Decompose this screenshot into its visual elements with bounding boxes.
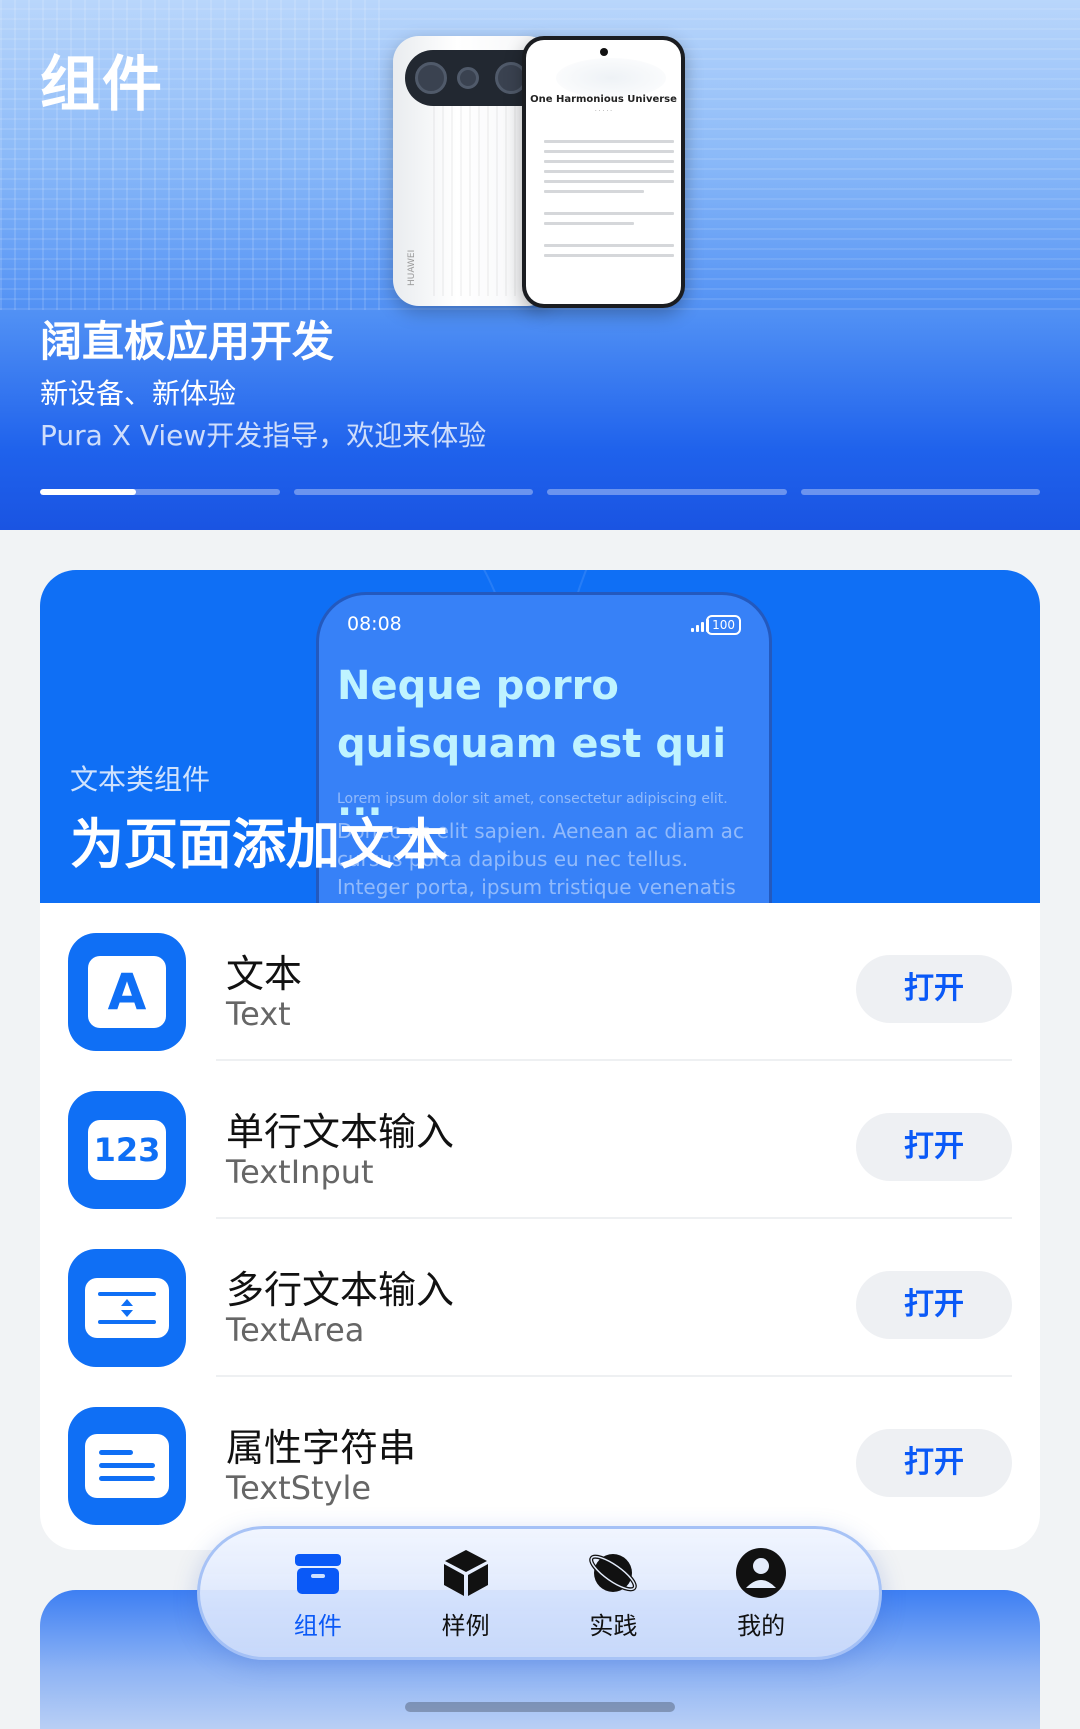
item-name: 多行文本输入: [226, 1268, 455, 1312]
item-subtitle: Text: [226, 995, 291, 1033]
tab-samples[interactable]: 样例: [406, 1546, 526, 1641]
text-lines-glyph: [85, 1434, 169, 1498]
person-icon: [734, 1546, 788, 1600]
list-item-textinput[interactable]: 123 单行文本输入 TextInput 打开: [40, 1061, 1040, 1219]
text-components-card: 08:08 100 Neque porro quisquam est qui .…: [40, 570, 1040, 1550]
list-item-textstyle[interactable]: 属性字符串 TextStyle 打开: [40, 1377, 1040, 1535]
device-screen: One Harmonious Universe · · · · ·: [526, 40, 681, 304]
screen-text-line: [544, 254, 674, 257]
textarea-glyph: [85, 1278, 169, 1338]
page-title: 组件: [40, 50, 164, 120]
planet-icon: [586, 1546, 640, 1600]
tab-label: 组件: [293, 1611, 342, 1640]
carousel-dot-3[interactable]: [547, 489, 787, 495]
tab-components[interactable]: 组件: [258, 1546, 378, 1641]
letter-a-icon: A: [68, 933, 186, 1051]
cube-icon: [439, 1546, 493, 1600]
tab-practice[interactable]: 实践: [553, 1546, 673, 1641]
number-input-icon: 123: [68, 1091, 186, 1209]
tab-label: 实践: [589, 1611, 638, 1640]
item-subtitle: TextArea: [226, 1311, 365, 1349]
screen-text-line: [544, 140, 674, 143]
item-name: 属性字符串: [226, 1426, 417, 1470]
open-button[interactable]: 打开: [856, 1429, 1012, 1497]
text-lines-icon: [68, 1407, 186, 1525]
category-caption: 文本类组件: [70, 763, 211, 796]
bottom-tab-bar: 组件 样例 实践 我的: [197, 1526, 882, 1660]
hero-banner[interactable]: 组件 HUAWEI One Harmonious Universe · · · …: [0, 0, 1080, 530]
home-indicator[interactable]: [405, 1702, 675, 1712]
device-screen-subtitle: · · · · ·: [594, 108, 613, 115]
screen-text-line: [544, 190, 644, 193]
category-heading: 为页面添加文本: [70, 813, 448, 876]
carousel-progress: [40, 489, 136, 495]
letter-a-glyph: A: [88, 956, 166, 1028]
screen-text-line: [544, 212, 674, 215]
item-subtitle: TextStyle: [226, 1469, 372, 1507]
tab-label: 我的: [737, 1611, 786, 1640]
component-list: A 文本 Text 打开 123 单行文本输入 TextInput 打开 多行文…: [40, 903, 1040, 1535]
device-front-illustration: One Harmonious Universe · · · · ·: [522, 36, 685, 308]
textarea-icon: [68, 1249, 186, 1367]
category-banner[interactable]: 08:08 100 Neque porro quisquam est qui .…: [40, 570, 1040, 903]
front-camera-icon: [600, 48, 608, 56]
open-button[interactable]: 打开: [856, 1113, 1012, 1181]
screen-text-line: [544, 170, 674, 173]
screen-text-line: [544, 180, 674, 183]
carousel-indicator[interactable]: [40, 489, 1040, 495]
carousel-dot-2[interactable]: [293, 489, 533, 495]
screen-text-line: [544, 222, 634, 225]
device-screen-title: One Harmonious Universe: [530, 94, 677, 105]
item-name: 单行文本输入: [226, 1110, 455, 1154]
tab-label: 样例: [441, 1611, 490, 1640]
list-item-text[interactable]: A 文本 Text 打开: [40, 903, 1040, 1061]
camera-lens-icon: [457, 67, 479, 89]
number-input-glyph: 123: [88, 1120, 166, 1180]
tab-mine[interactable]: 我的: [701, 1546, 821, 1641]
list-item-textarea[interactable]: 多行文本输入 TextArea 打开: [40, 1219, 1040, 1377]
screen-text-line: [544, 244, 674, 247]
carousel-dot-4[interactable]: [800, 489, 1040, 495]
hero-subtitle: 新设备、新体验: [40, 377, 237, 410]
screen-text-line: [544, 150, 674, 153]
carousel-dot-1[interactable]: [40, 489, 280, 495]
open-button[interactable]: 打开: [856, 1271, 1012, 1339]
hero-description: Pura X View开发指导，欢迎来体验: [40, 419, 487, 452]
device-brand: HUAWEI: [407, 249, 417, 286]
screen-text-line: [544, 160, 674, 163]
battery-icon: 100: [706, 615, 741, 635]
camera-lens-icon: [415, 62, 447, 94]
box-icon: [291, 1546, 345, 1600]
open-button[interactable]: 打开: [856, 955, 1012, 1023]
item-name: 文本: [226, 952, 303, 996]
item-subtitle: TextInput: [226, 1153, 374, 1191]
screen-decoration: [556, 58, 666, 98]
mock-status-time: 08:08: [347, 613, 402, 635]
hero-title: 阔直板应用开发: [40, 317, 335, 366]
